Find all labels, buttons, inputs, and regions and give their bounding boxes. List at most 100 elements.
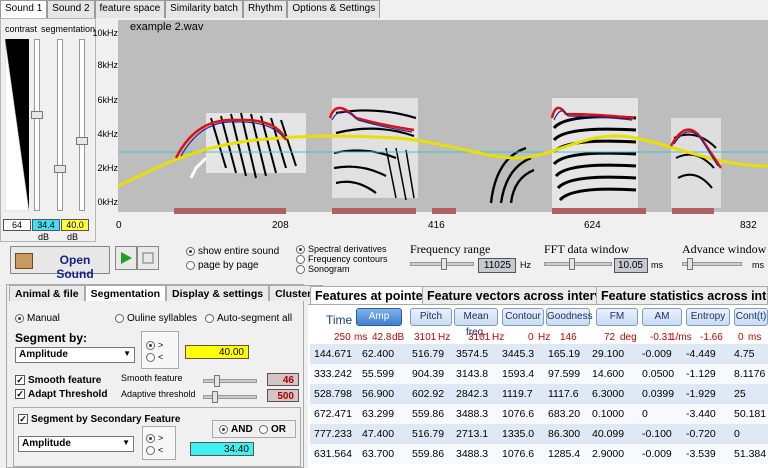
radio-icon [186,246,195,256]
tab-rhythm[interactable]: Rhythm [242,0,288,18]
table-row[interactable]: 528.798 56.900 602.92 2842.3 1119.7 1117.6 6.3… [310,384,768,404]
secondary-greater-than-option[interactable]: > [146,433,163,444]
tab-feature-statistics[interactable]: Feature statistics across interval [596,286,768,304]
segmentation-slider-1[interactable] [57,39,63,211]
table-row[interactable]: 777.233 47.400 516.79 2713.1 1335.0 86.300 40.… [310,424,768,444]
play-button[interactable] [115,246,137,270]
page-by-page-option[interactable]: page by page [186,260,259,271]
spectrogram-image[interactable] [96,18,768,234]
advance-window-slider[interactable] [682,258,742,270]
table-cell: 1285.4 [548,448,581,460]
outline-syllables-option[interactable]: Ouline syllables [115,313,197,324]
table-cell: 6.3000 [592,388,625,400]
table-row[interactable]: 333.242 55.599 904.39 3143.8 1593.4 97.599 14.… [310,364,768,384]
table-cell: 0.0399 [642,388,675,400]
segmentation-value-1: 34.4 [32,219,60,231]
open-sound-label: Open Sound [56,253,94,281]
table-cell: 559.86 [412,448,445,460]
adaptive-threshold-thumb[interactable] [212,391,218,403]
table-cell: 1076.6 [502,448,535,460]
sonogram-option[interactable]: Sonogram [296,264,350,275]
frequency-range-field[interactable]: 11025 [478,258,516,273]
fft-window-thumb[interactable] [569,258,575,270]
less-than-option[interactable]: < [146,352,163,363]
spectrogram-panel[interactable]: example 2.wav 10kHz 8kHz 6kHz 4kHz 2kHz … [92,18,768,234]
frequency-range-label: Frequency range [410,242,491,256]
open-sound-button[interactable]: Open Sound [10,246,110,281]
or-option[interactable]: OR [259,424,286,435]
column-pitch[interactable]: Pitch [410,308,452,326]
segmentation-value-2: 40.0 [61,219,89,231]
top-tab-bar: Sound 1 Sound 2 feature space Similarity… [0,0,381,19]
smooth-feature-checkbox[interactable]: ✓ Smooth feature [15,375,101,386]
tab-features-at-pointer[interactable]: Features at pointer [310,286,433,304]
secondary-feature-select[interactable]: Amplitude ▼ [18,436,134,452]
secondary-threshold-field[interactable]: 34.40 [190,442,254,456]
adaptive-threshold-slider[interactable] [203,391,257,403]
secondary-feature-checkbox[interactable]: ✓ Segment by Secondary Feature [18,414,181,425]
radio-icon [115,313,124,323]
adapt-threshold-checkbox[interactable]: ✓ Adapt Threshold [15,389,107,400]
segment-feature-select[interactable]: Amplitude ▼ [15,347,135,363]
greater-than-option[interactable]: > [146,340,163,351]
table-cell: 0 [734,428,740,440]
frequency-range-thumb[interactable] [441,258,447,270]
and-option[interactable]: AND [219,424,253,435]
table-cell: 63.299 [362,408,395,420]
frequency-range-slider[interactable] [410,258,474,270]
manual-option[interactable]: Manual [15,313,60,324]
smooth-feature-check-label: Smooth feature [28,375,102,386]
fft-window-field[interactable]: 10.05 [614,258,648,273]
tab-display-settings[interactable]: Display & settings [166,285,270,301]
segmentation-panel: Animal & file Segmentation Display & setti… [6,284,324,468]
smooth-feature-thumb[interactable] [214,375,220,387]
table-row[interactable]: 144.671 62.400 516.79 3574.5 3445.3 165.19 29.… [310,344,768,364]
column-contour[interactable]: Contour [502,308,544,326]
column-cont-t[interactable]: Cont(t) [734,308,768,326]
auto-segment-option[interactable]: Auto-segment all [205,313,292,324]
tab-options-settings[interactable]: Options & Settings [287,0,381,18]
pointer-pitch-unit: Hz [438,332,451,343]
table-row[interactable]: 672.471 63.299 559.86 3488.3 1076.6 683.20 0.1… [310,404,768,424]
tab-sound-2[interactable]: Sound 2 [47,0,95,18]
pointer-goodness: 146 [560,332,577,343]
stop-button[interactable] [137,246,159,270]
table-cell: 1117.6 [548,388,579,400]
tab-segmentation[interactable]: Segmentation [84,285,167,301]
column-fm[interactable]: FM [596,308,638,326]
table-row[interactable]: 631.564 63.700 559.86 3488.3 1076.6 1285.4 2.9… [310,444,768,464]
column-entropy[interactable]: Entropy [686,308,730,326]
column-mean-freq[interactable]: Mean freq. [454,308,498,338]
show-entire-sound-option[interactable]: show entire sound [186,246,279,257]
tab-feature-vectors[interactable]: Feature vectors across interval [422,286,617,304]
column-goodness[interactable]: Goodness [546,308,593,326]
radio-icon [146,341,155,351]
contrast-slider[interactable] [34,39,40,211]
table-cell: 3574.5 [456,348,489,360]
segmentation-slider-2[interactable] [79,39,85,211]
column-am[interactable]: AM [642,308,682,326]
contrast-slider-thumb[interactable] [31,111,43,119]
column-amp[interactable]: Amp [356,308,402,326]
page-by-page-label: page by page [198,260,259,271]
tab-feature-space[interactable]: feature space [94,0,166,18]
table-cell: 333.242 [314,368,352,380]
frequency-contours-option[interactable]: Frequency contours [296,254,388,265]
smooth-feature-slider[interactable] [203,375,257,387]
segmentation-slider-2-thumb[interactable] [76,137,88,145]
adaptive-threshold-value[interactable]: 500 [267,389,299,402]
smooth-feature-value[interactable]: 46 [267,373,299,386]
tab-similarity-batch[interactable]: Similarity batch [165,0,243,18]
y-tick-6khz: 6kHz [97,95,118,105]
table-cell: -0.009 [642,348,672,360]
tab-animal-file[interactable]: Animal & file [9,285,85,301]
advance-window-thumb[interactable] [687,258,693,270]
fft-window-slider[interactable] [544,258,612,270]
spectral-derivatives-option[interactable]: Spectral derivatives [296,244,387,255]
threshold-field[interactable]: 40.00 [185,345,249,359]
segmentation-slider-1-thumb[interactable] [54,165,66,173]
table-cell: 62.400 [362,348,395,360]
secondary-less-than-option[interactable]: < [146,445,163,456]
table-cell: -1.929 [686,388,716,400]
tab-sound-1[interactable]: Sound 1 [0,0,48,19]
